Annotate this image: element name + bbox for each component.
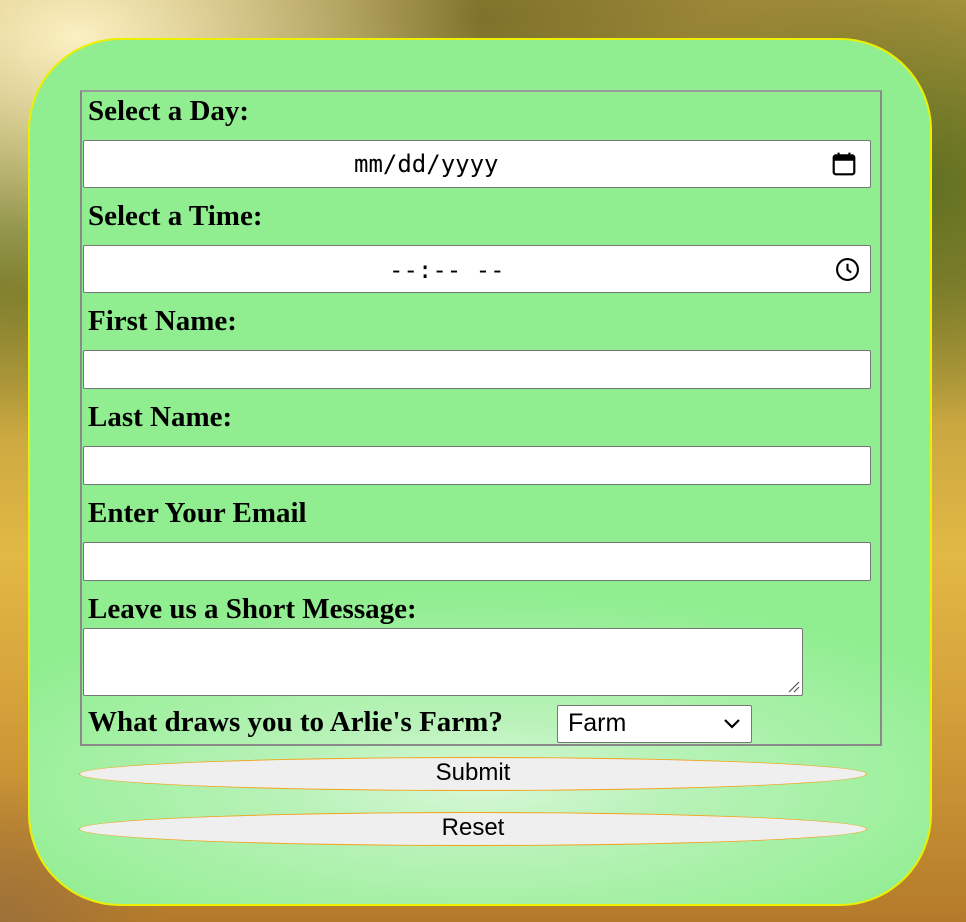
date-placeholder: mm/dd/yyyy [354,150,499,178]
chevron-down-icon [724,719,740,729]
time-placeholder: --:-- -- [389,256,505,284]
message-label: Leave us a Short Message: [88,593,417,625]
time-label: Select a Time: [88,200,263,232]
time-input[interactable]: --:-- -- [83,245,871,293]
last-name-label: Last Name: [88,401,233,433]
date-input[interactable]: mm/dd/yyyy [83,140,871,188]
interest-select[interactable]: Farm [557,705,752,743]
interest-label: What draws you to Arlie's Farm? [88,706,503,738]
day-label: Select a Day: [88,95,250,127]
submit-button[interactable]: Submit [79,757,867,791]
clock-icon[interactable] [835,257,860,282]
first-name-label: First Name: [88,305,237,337]
last-name-input[interactable] [83,446,871,485]
message-textarea[interactable] [83,628,803,696]
reset-button[interactable]: Reset [79,812,867,846]
interest-selected-value: Farm [568,709,627,737]
calendar-icon[interactable] [831,151,857,177]
email-input[interactable] [83,542,871,581]
first-name-input[interactable] [83,350,871,389]
resize-handle-icon[interactable] [786,679,800,693]
email-label: Enter Your Email [88,497,307,529]
